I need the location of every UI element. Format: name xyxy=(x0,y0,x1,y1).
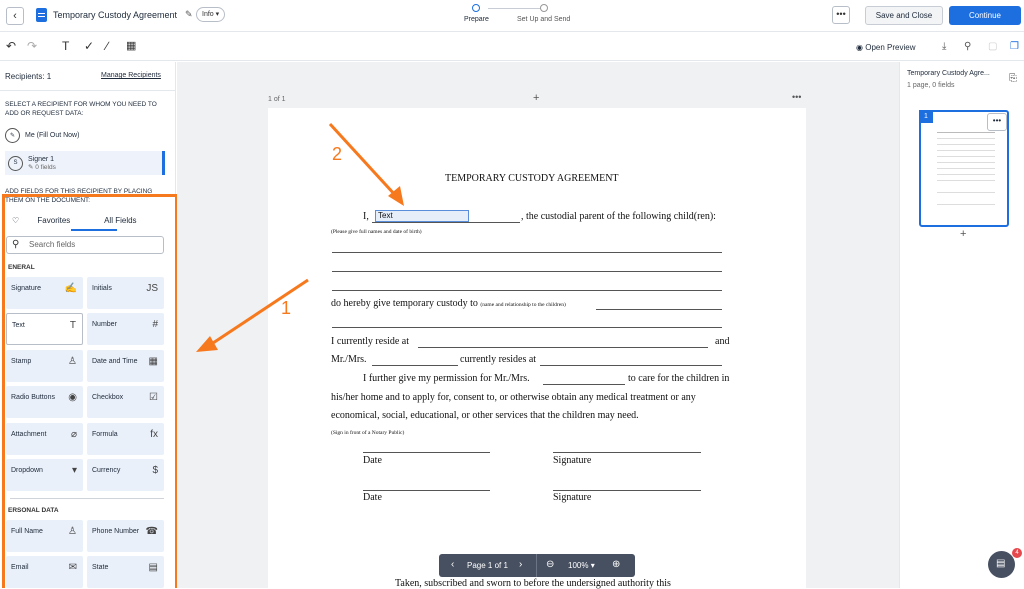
annotation-number-2: 2 xyxy=(332,144,343,164)
arrowhead-1 xyxy=(196,336,218,352)
arrow-1 xyxy=(209,278,309,347)
annotation-arrows xyxy=(196,122,404,352)
annotation-number-1: 1 xyxy=(281,298,292,318)
